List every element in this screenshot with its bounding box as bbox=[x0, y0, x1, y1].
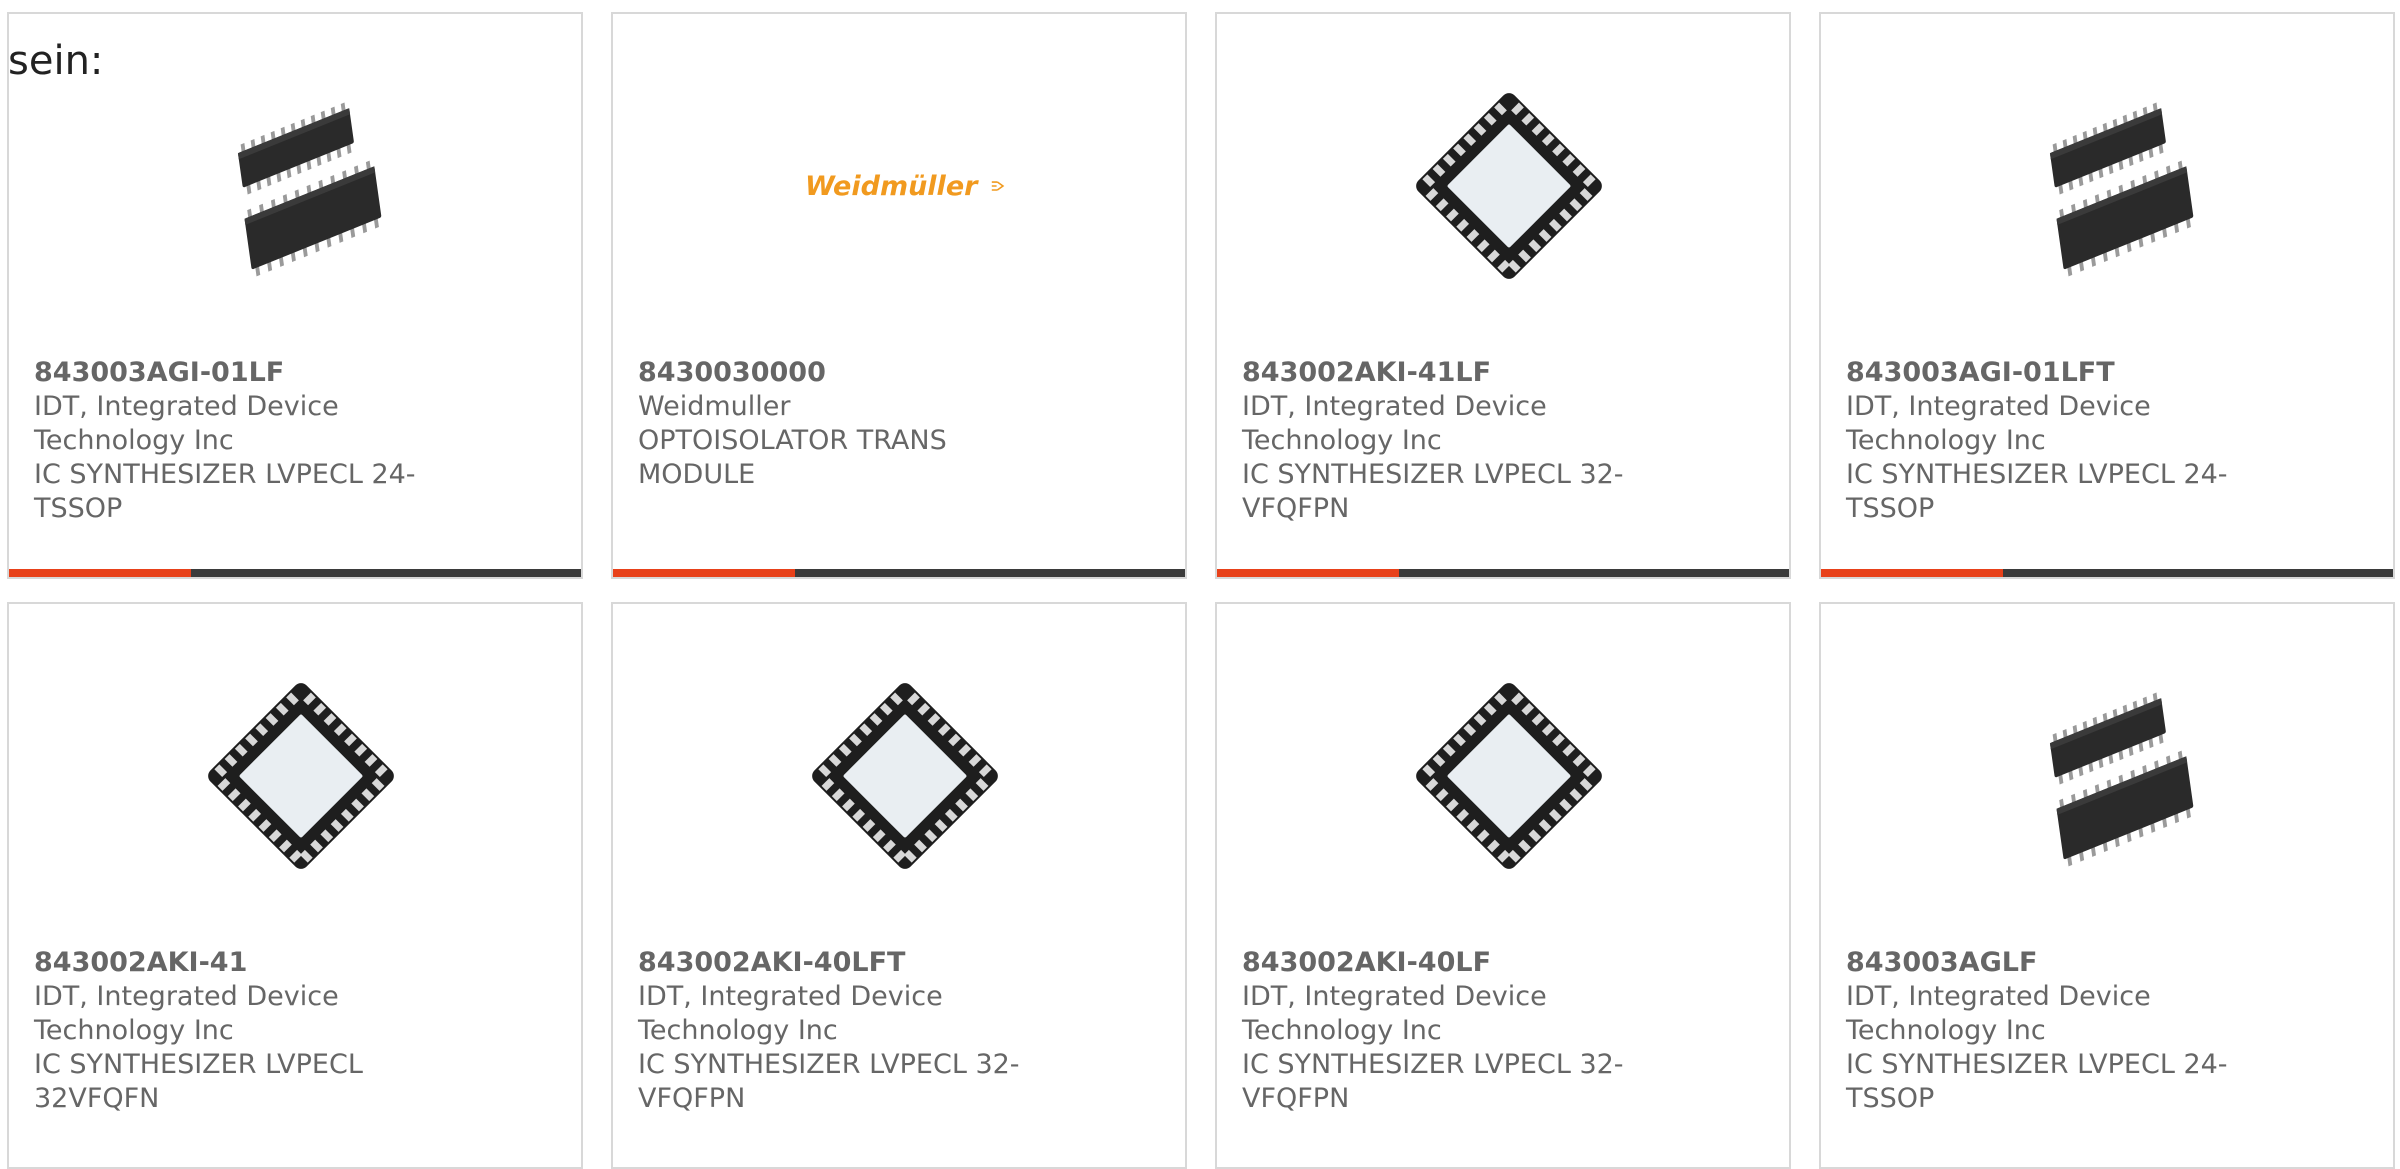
product-card[interactable]: 843002AKI-40LF IDT, Integrated Device Te… bbox=[1215, 602, 1791, 1169]
weidmuller-logo: Weidmüller bbox=[805, 86, 1005, 286]
manufacturer: IDT, Integrated Device Technology Inc bbox=[1846, 391, 2151, 456]
description: IC SYNTHESIZER LVPECL 24-TSSOP bbox=[1846, 1049, 2228, 1114]
description: IC SYNTHESIZER LVPECL 32-VFQFPN bbox=[1242, 1049, 1624, 1114]
card-footer-bar bbox=[9, 569, 581, 577]
qfn-chip-icon bbox=[201, 676, 401, 876]
product-card[interactable]: 843002AKI-41LF IDT, Integrated Device Te… bbox=[1215, 12, 1791, 579]
manufacturer: IDT, Integrated Device Technology Inc bbox=[1846, 981, 2151, 1046]
accent-bar bbox=[1821, 569, 2003, 577]
description: IC SYNTHESIZER LVPECL 32VFQFN bbox=[34, 1049, 363, 1114]
tssop-chip-icon bbox=[201, 86, 401, 286]
qfn-chip-icon bbox=[805, 676, 1005, 876]
section-heading: sein: bbox=[8, 38, 104, 84]
card-footer-bar bbox=[1217, 569, 1789, 577]
qfn-chip-icon bbox=[1409, 676, 1609, 876]
part-number-link[interactable]: 843002AKI-41LF bbox=[1242, 356, 1642, 390]
product-card[interactable]: 843003AGI-01LF IDT, Integrated Device Te… bbox=[7, 12, 583, 579]
part-number-link[interactable]: 843003AGI-01LF bbox=[34, 356, 434, 390]
qfn-chip-icon bbox=[1409, 86, 1609, 286]
logo-symbol-icon bbox=[992, 181, 1005, 191]
accent-bar bbox=[1217, 569, 1399, 577]
manufacturer: IDT, Integrated Device Technology Inc bbox=[1242, 981, 1547, 1046]
manufacturer: IDT, Integrated Device Technology Inc bbox=[1242, 391, 1547, 456]
accent-bar bbox=[9, 569, 191, 577]
part-number-link[interactable]: 8430030000 bbox=[638, 356, 1038, 390]
manufacturer: Weidmuller bbox=[638, 391, 791, 422]
description: IC SYNTHESIZER LVPECL 24-TSSOP bbox=[1846, 459, 2228, 524]
product-card[interactable]: 843003AGI-01LFT IDT, Integrated Device T… bbox=[1819, 12, 2395, 579]
part-number-link[interactable]: 843003AGI-01LFT bbox=[1846, 356, 2246, 390]
product-card[interactable]: 843002AKI-40LFT IDT, Integrated Device T… bbox=[611, 602, 1187, 1169]
part-number-link[interactable]: 843003AGLF bbox=[1846, 946, 2246, 980]
product-card[interactable]: 843003AGLF IDT, Integrated Device Techno… bbox=[1819, 602, 2395, 1169]
logo-text: Weidmüller bbox=[805, 170, 978, 202]
part-number-link[interactable]: 843002AKI-40LFT bbox=[638, 946, 1038, 980]
product-card[interactable]: Weidmüller 8430030000 Weidmuller OPTOISO… bbox=[611, 12, 1187, 579]
tssop-chip-icon bbox=[2013, 86, 2213, 286]
card-footer-bar bbox=[613, 569, 1185, 577]
tssop-chip-icon bbox=[2013, 676, 2213, 876]
description: IC SYNTHESIZER LVPECL 24-TSSOP bbox=[34, 459, 416, 524]
part-number-link[interactable]: 843002AKI-41 bbox=[34, 946, 434, 980]
part-number-link[interactable]: 843002AKI-40LF bbox=[1242, 946, 1642, 980]
manufacturer: IDT, Integrated Device Technology Inc bbox=[34, 981, 339, 1046]
manufacturer: IDT, Integrated Device Technology Inc bbox=[638, 981, 943, 1046]
card-footer-bar bbox=[1821, 569, 2393, 577]
product-card[interactable]: 843002AKI-41 IDT, Integrated Device Tech… bbox=[7, 602, 583, 1169]
description: IC SYNTHESIZER LVPECL 32-VFQFPN bbox=[638, 1049, 1020, 1114]
accent-bar bbox=[613, 569, 795, 577]
description: IC SYNTHESIZER LVPECL 32-VFQFPN bbox=[1242, 459, 1624, 524]
manufacturer: IDT, Integrated Device Technology Inc bbox=[34, 391, 339, 456]
description: OPTOISOLATOR TRANS MODULE bbox=[638, 425, 947, 490]
